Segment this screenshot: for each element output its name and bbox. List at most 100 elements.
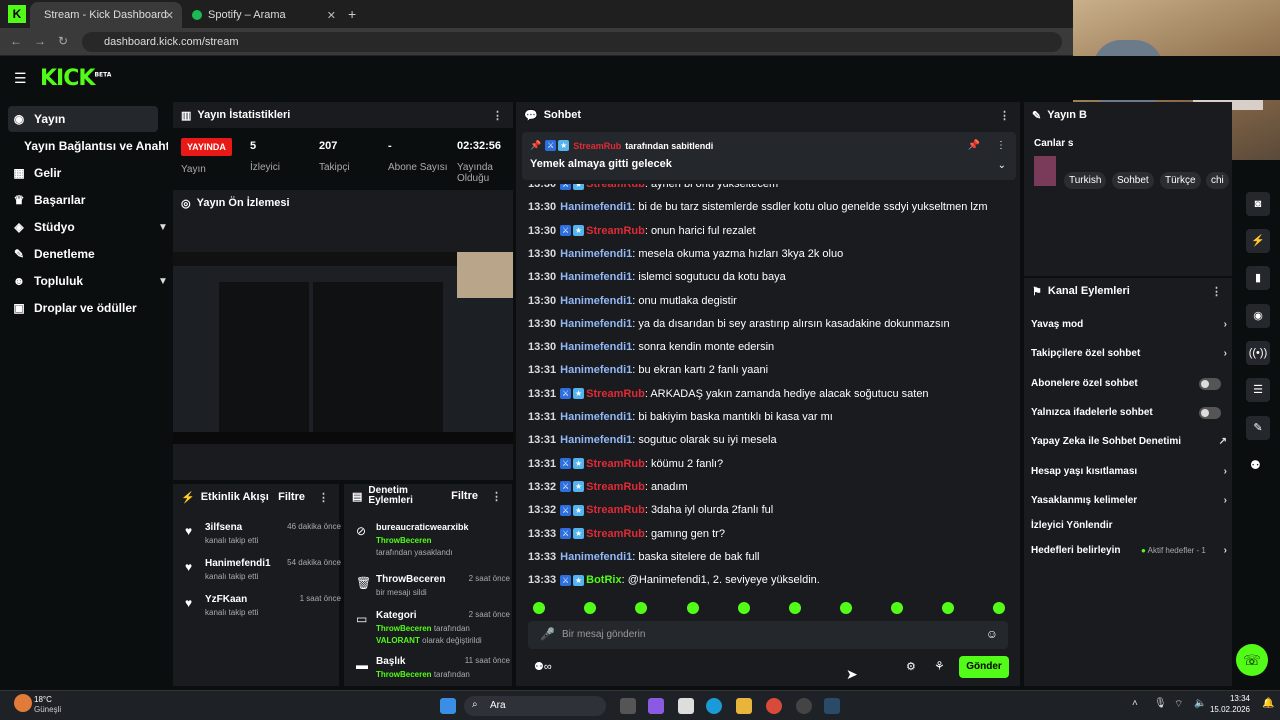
sidebar-item-stream-key[interactable]: Yayın Bağlantısı ve Anahtarı — [24, 133, 168, 159]
chat-message[interactable]: 13:33 ⚔ ★ BotRix: @Hanimefendi1, 2. seviyey… — [528, 572, 820, 588]
chat-message[interactable]: 13:31 Hanimefendi1: bi bakiyim baska mant… — [528, 409, 833, 425]
chat-message[interactable]: 13:31 Hanimefendi1: sogutuc olarak su iyi… — [528, 432, 777, 448]
menu-icon[interactable]: ☰ — [14, 70, 27, 87]
action-goals[interactable]: Hedefleri belirleyin ● Aktif hedefler - 1… — [1031, 545, 1227, 556]
chat-message[interactable]: 13:32 ⚔ ★ StreamRub: anadım — [528, 479, 688, 495]
action-emote-only[interactable]: Yalnızca ifadelerle sohbet — [1031, 406, 1227, 419]
message-username[interactable]: StreamRub — [586, 504, 645, 516]
mic-icon[interactable]: 🎤 — [540, 627, 555, 641]
message-username[interactable]: Hanimefendi1 — [560, 201, 632, 213]
more-icon[interactable]: ⋮ — [999, 109, 1010, 122]
taskbar-search[interactable]: Ara — [464, 696, 606, 716]
chat-message[interactable]: 13:31 Hanimefendi1: bu ekran kartı 2 fanl… — [528, 362, 768, 378]
more-icon[interactable]: ⋮ — [491, 490, 502, 503]
forward-icon[interactable]: → — [34, 34, 46, 48]
users-icon[interactable]: ⚉∞ — [534, 660, 552, 673]
chat-message[interactable]: 13:30 Hanimefendi1: onu mutlaka degistir — [528, 293, 737, 309]
message-username[interactable]: StreamRub — [586, 225, 645, 237]
sidebar-item-gelir[interactable]: ▦ Gelir — [12, 160, 61, 186]
action-account-age[interactable]: Hesap yaşı kısıtlaması › — [1031, 466, 1227, 477]
rail-button-bolt[interactable]: ⚡ — [1246, 229, 1270, 253]
close-icon[interactable]: ✕ — [327, 9, 336, 22]
message-username[interactable]: BotRix — [586, 574, 621, 586]
windows-start-icon[interactable] — [440, 698, 456, 714]
send-button[interactable]: Gönder — [959, 656, 1009, 678]
rail-button-doc[interactable]: ▮ — [1246, 266, 1270, 290]
rail-button-list[interactable]: ☰ — [1246, 378, 1270, 402]
unpin-icon[interactable]: 📌 — [968, 140, 980, 151]
message-username[interactable]: Hanimefendi1 — [560, 248, 632, 260]
message-username[interactable]: Hanimefendi1 — [560, 341, 632, 353]
chat-message[interactable]: 13:33 Hanimefendi1: baska sitelere de bak… — [528, 549, 759, 565]
store-icon[interactable] — [678, 698, 694, 714]
message-username[interactable]: Hanimefendi1 — [560, 551, 632, 563]
reload-icon[interactable]: ↻ — [58, 34, 68, 48]
action-ai-moderation[interactable]: Yapay Zeka ile Sohbet Denetimi ↗ — [1031, 436, 1227, 447]
new-tab-button[interactable]: + — [348, 6, 356, 22]
pinned-message[interactable]: 📌 ⚔ ★ StreamRub tarafından sabitlendi Yemek … — [522, 132, 1016, 180]
stream-preview-video[interactable] — [173, 252, 513, 444]
action-raid[interactable]: İzleyici Yönlendir — [1031, 520, 1227, 531]
steam-icon[interactable] — [796, 698, 812, 714]
filter-button[interactable]: Filtre — [278, 491, 305, 503]
message-username[interactable]: Hanimefendi1 — [560, 318, 632, 330]
users-icon[interactable]: ⚉ — [1250, 458, 1261, 472]
emote-icon[interactable] — [993, 602, 1005, 614]
app-icon[interactable] — [824, 698, 840, 714]
message-username[interactable]: StreamRub — [586, 388, 645, 400]
chat-message[interactable]: 13:30 Hanimefendi1: islemci sogutucu da k… — [528, 269, 786, 285]
chevron-up-icon[interactable]: ˄ — [1132, 698, 1138, 709]
chat-message[interactable]: 13:31 ⚔ ★ StreamRub: köümu 2 fanlı? — [528, 456, 723, 472]
kick-logo[interactable]: KICKBETA — [40, 66, 111, 91]
action-banned-words[interactable]: Yasaklanmış kelimeler › — [1031, 495, 1227, 506]
message-username[interactable]: Hanimefendi1 — [560, 411, 632, 423]
rail-button-wrench[interactable]: ✎ — [1246, 416, 1270, 440]
chat-message[interactable]: 13:30 Hanimefendi1: bi de bu tarz sisteml… — [528, 199, 988, 215]
action-followers-only[interactable]: Takipçilere özel sohbet › — [1031, 348, 1227, 359]
help-button[interactable]: ☏ — [1236, 644, 1268, 676]
sidebar-item-topluluk[interactable]: ☻ Topluluk ▼ — [12, 268, 168, 294]
chat-message[interactable]: 13:31 ⚔ ★ StreamRub: ARKADAŞ yakın zamanda … — [528, 386, 929, 402]
emote-icon[interactable] — [584, 602, 596, 614]
emote-only-toggle[interactable] — [1199, 406, 1221, 419]
message-username[interactable]: Hanimefendi1 — [560, 271, 632, 283]
sidebar-item-denetleme[interactable]: ✎ Denetleme — [12, 241, 95, 267]
more-icon[interactable]: ⋮ — [492, 109, 503, 122]
gear-icon[interactable]: ⚙ — [906, 660, 916, 673]
explorer-icon[interactable] — [736, 698, 752, 714]
chat-message[interactable]: 13:32 ⚔ ★ StreamRub: 3daha iyl olurda 2fanl… — [528, 502, 773, 518]
filter-button[interactable]: Filtre — [451, 490, 478, 502]
message-username[interactable]: StreamRub — [586, 458, 645, 470]
sidebar-item-studyo[interactable]: ◈ Stüdyo ▼ — [12, 214, 168, 240]
subs-only-toggle[interactable] — [1199, 377, 1221, 390]
emote-icon[interactable] — [533, 602, 545, 614]
close-icon[interactable]: ✕ — [165, 9, 174, 22]
speaker-icon[interactable]: 🔈 — [1194, 698, 1206, 709]
more-icon[interactable]: ⋮ — [996, 140, 1006, 151]
message-username[interactable]: StreamRub — [586, 481, 645, 493]
message-username[interactable]: StreamRub — [586, 528, 645, 540]
emote-icon[interactable] — [789, 602, 801, 614]
more-icon[interactable]: ⋮ — [318, 491, 329, 504]
chat-input[interactable]: 🎤 Bir mesaj gönderin ☺ — [528, 621, 1008, 649]
back-icon[interactable]: ← — [10, 34, 22, 48]
sidebar-item-basarilar[interactable]: ♛ Başarılar — [12, 187, 86, 213]
notification-icon[interactable]: 🔔 — [1262, 698, 1274, 709]
chat-message[interactable]: 13:33 ⚔ ★ StreamRub: gamıng gen tr? — [528, 526, 725, 542]
rail-button-broadcast[interactable]: ((•)) — [1246, 341, 1270, 365]
message-username[interactable]: Hanimefendi1 — [560, 364, 632, 376]
message-username[interactable]: Hanimefendi1 — [560, 434, 632, 446]
action-slow-mode[interactable]: Yavaş mod › — [1031, 319, 1227, 330]
wifi-icon[interactable]: ⌔ — [1174, 698, 1183, 711]
emote-picker-icon[interactable]: ⚘ — [934, 659, 945, 673]
emote-icon[interactable] — [840, 602, 852, 614]
emote-icon[interactable] — [891, 602, 903, 614]
tab-spotify[interactable]: Spotify – Arama ✕ — [184, 2, 344, 28]
emoji-icon[interactable]: ☺ — [986, 627, 998, 641]
task-view-icon[interactable] — [620, 698, 636, 714]
action-subs-only[interactable]: Abonelere özel sohbet — [1031, 377, 1227, 390]
emote-icon[interactable] — [942, 602, 954, 614]
rail-button-chat[interactable]: ◉ — [1246, 304, 1270, 328]
chat-message[interactable]: 13:30 ⚔ ★ StreamRub: onun harici ful rezale… — [528, 223, 756, 239]
copilot-icon[interactable] — [648, 698, 664, 714]
